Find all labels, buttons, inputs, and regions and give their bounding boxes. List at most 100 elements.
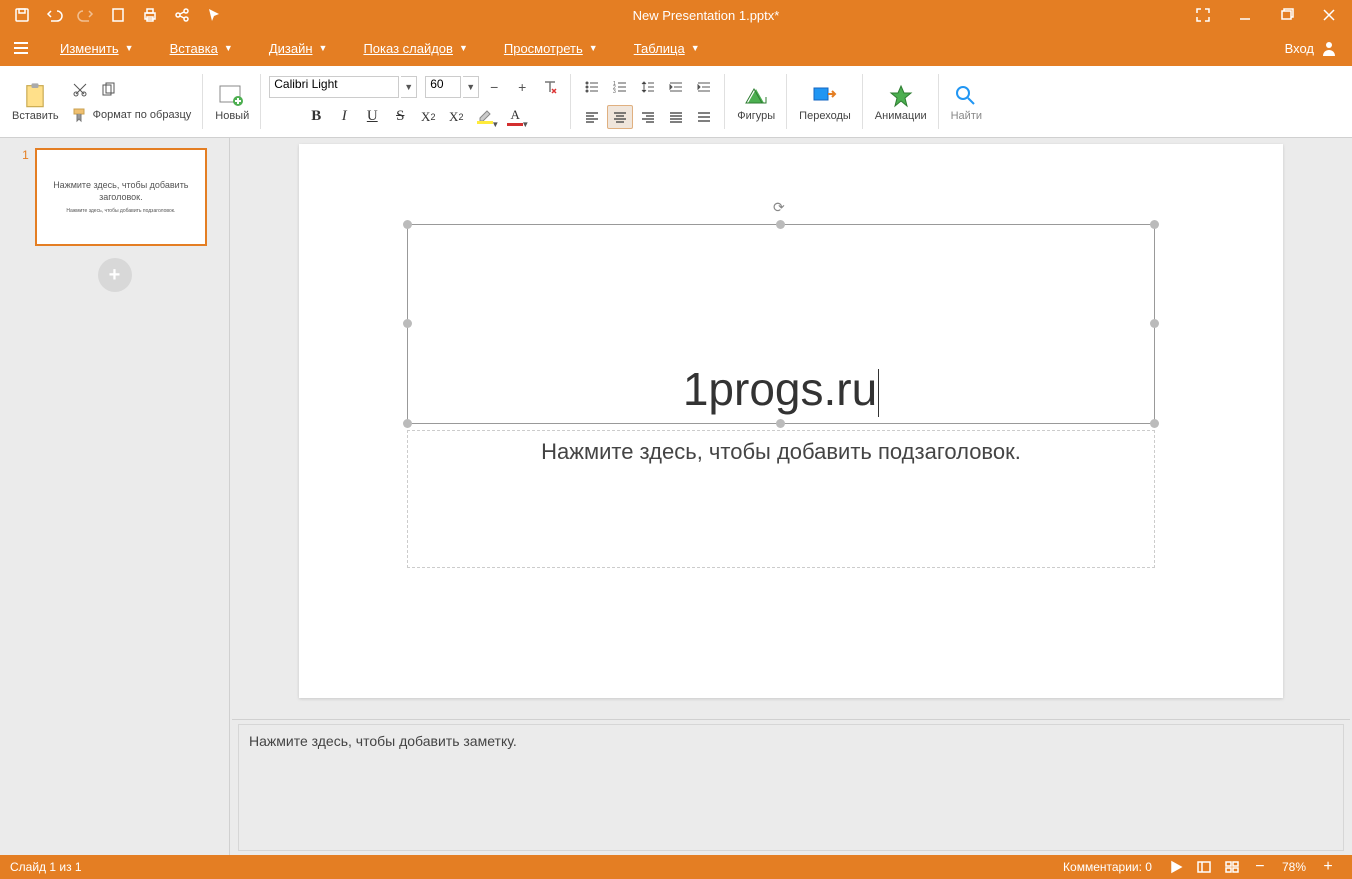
group-clipboard: Вставить Формат по образцу [0,66,203,137]
menu-insert[interactable]: Вставка▼ [152,30,251,66]
resize-handle[interactable] [776,419,785,428]
align-center-icon[interactable] [607,105,633,129]
font-name-select[interactable]: Calibri Light [269,76,399,98]
save-icon[interactable] [8,1,36,29]
resize-handle[interactable] [1150,220,1159,229]
workarea: 1 Нажмите здесь, чтобы добавить заголово… [0,138,1352,855]
group-find: Найти [939,66,994,137]
titlebar: New Presentation 1.pptx* [0,0,1352,30]
animations-button[interactable]: Анимации [869,80,933,124]
superscript-button[interactable]: X2 [443,105,469,129]
comments-label[interactable]: Комментарии: 0 [1063,860,1152,874]
copy-icon[interactable] [95,78,121,102]
paste-button[interactable]: Вставить [6,80,65,124]
minimize-icon[interactable] [1226,1,1264,29]
menu-edit[interactable]: Изменить▼ [42,30,152,66]
decrease-indent-icon[interactable] [663,75,689,99]
decrease-font-icon[interactable]: − [481,75,507,99]
rotate-handle-icon[interactable]: ⟳ [773,199,789,215]
transitions-button[interactable]: Переходы [793,80,857,124]
font-size-dropdown-icon[interactable]: ▼ [463,76,479,98]
underline-button[interactable]: U [359,105,385,129]
resize-handle[interactable] [403,319,412,328]
editor: ⟳ 1progs.ru Нажмите здесь, чтобы добавит… [230,138,1352,855]
slide-canvas[interactable]: ⟳ 1progs.ru Нажмите здесь, чтобы добавит… [299,144,1283,698]
menu-design[interactable]: Дизайн▼ [251,30,346,66]
menu-view[interactable]: Просмотреть▼ [486,30,616,66]
menu-slideshow[interactable]: Показ слайдов▼ [345,30,485,66]
resize-handle[interactable] [403,419,412,428]
title-textbox[interactable]: ⟳ 1progs.ru [407,224,1155,424]
title-text[interactable]: 1progs.ru [408,362,1154,417]
print-icon[interactable] [136,1,164,29]
ribbon: Вставить Формат по образцу Новый Calibri… [0,66,1352,138]
subscript-button[interactable]: X2 [415,105,441,129]
hamburger-icon[interactable] [6,33,36,63]
shapes-button[interactable]: Фигуры [731,80,781,124]
redo-icon[interactable] [72,1,100,29]
window-controls [1184,1,1352,29]
bullets-icon[interactable] [579,75,605,99]
canvas-area[interactable]: ⟳ 1progs.ru Нажмите здесь, чтобы добавит… [230,138,1352,719]
cursor-icon[interactable] [200,1,228,29]
bold-button[interactable]: B [303,105,329,129]
subtitle-placeholder[interactable]: Нажмите здесь, чтобы добавить подзаголов… [408,431,1154,465]
resize-handle[interactable] [776,220,785,229]
group-new-slide: Новый [203,66,261,137]
strikethrough-button[interactable]: S [387,105,413,129]
close-icon[interactable] [1310,1,1348,29]
share-icon[interactable] [168,1,196,29]
align-left-icon[interactable] [579,105,605,129]
slide-thumbnail[interactable]: 1 Нажмите здесь, чтобы добавить заголово… [22,148,207,246]
italic-button[interactable]: I [331,105,357,129]
window-title: New Presentation 1.pptx* [228,8,1184,23]
sorter-view-icon[interactable] [1218,855,1246,879]
thumbnail-preview[interactable]: Нажмите здесь, чтобы добавить заголовок.… [35,148,207,246]
play-icon[interactable] [1162,855,1190,879]
highlight-color-button[interactable]: ▼ [471,105,499,129]
find-button[interactable]: Найти [945,80,988,124]
fullscreen-icon[interactable] [1184,1,1222,29]
zoom-in-icon[interactable]: + [1314,855,1342,879]
format-painter-button[interactable]: Формат по образцу [67,104,196,126]
resize-handle[interactable] [1150,319,1159,328]
numbering-icon[interactable]: 123 [607,75,633,99]
zoom-out-icon[interactable]: − [1246,855,1274,879]
statusbar: Слайд 1 из 1 Комментарии: 0 − 78% + [0,855,1352,879]
menubar: Изменить▼ Вставка▼ Дизайн▼ Показ слайдов… [0,30,1352,66]
line-spacing-icon[interactable] [635,75,661,99]
slide-info-label: Слайд 1 из 1 [10,860,82,874]
slide-number: 1 [22,148,29,162]
resize-handle[interactable] [1150,419,1159,428]
font-name-dropdown-icon[interactable]: ▼ [401,76,417,98]
subtitle-textbox[interactable]: Нажмите здесь, чтобы добавить подзаголов… [407,430,1155,568]
group-paragraph: 123 [571,66,725,137]
new-doc-icon[interactable] [104,1,132,29]
slide-panel: 1 Нажмите здесь, чтобы добавить заголово… [0,138,230,855]
font-size-select[interactable]: 60 [425,76,461,98]
maximize-icon[interactable] [1268,1,1306,29]
increase-indent-icon[interactable] [691,75,717,99]
align-justify-icon[interactable] [663,105,689,129]
svg-text:3: 3 [613,89,616,95]
increase-font-icon[interactable]: + [509,75,535,99]
notes-input[interactable]: Нажмите здесь, чтобы добавить заметку. [238,724,1344,851]
normal-view-icon[interactable] [1190,855,1218,879]
clear-formatting-icon[interactable] [537,75,563,99]
group-animations: Анимации [863,66,939,137]
group-transitions: Переходы [787,66,863,137]
align-distribute-icon[interactable] [691,105,717,129]
login-button[interactable]: Вход [1271,39,1352,57]
resize-handle[interactable] [403,220,412,229]
font-color-button[interactable]: A▼ [501,105,529,129]
group-font: Calibri Light ▼ 60 ▼ − + B I U S X2 X2 ▼… [261,66,571,137]
new-slide-button[interactable]: Новый [209,80,255,124]
cut-icon[interactable] [67,78,93,102]
menu-table[interactable]: Таблица▼ [616,30,718,66]
add-slide-button[interactable]: + [98,258,132,292]
zoom-level[interactable]: 78% [1274,860,1314,874]
group-shapes: Фигуры [725,66,787,137]
quick-access-toolbar [0,1,228,29]
align-right-icon[interactable] [635,105,661,129]
undo-icon[interactable] [40,1,68,29]
